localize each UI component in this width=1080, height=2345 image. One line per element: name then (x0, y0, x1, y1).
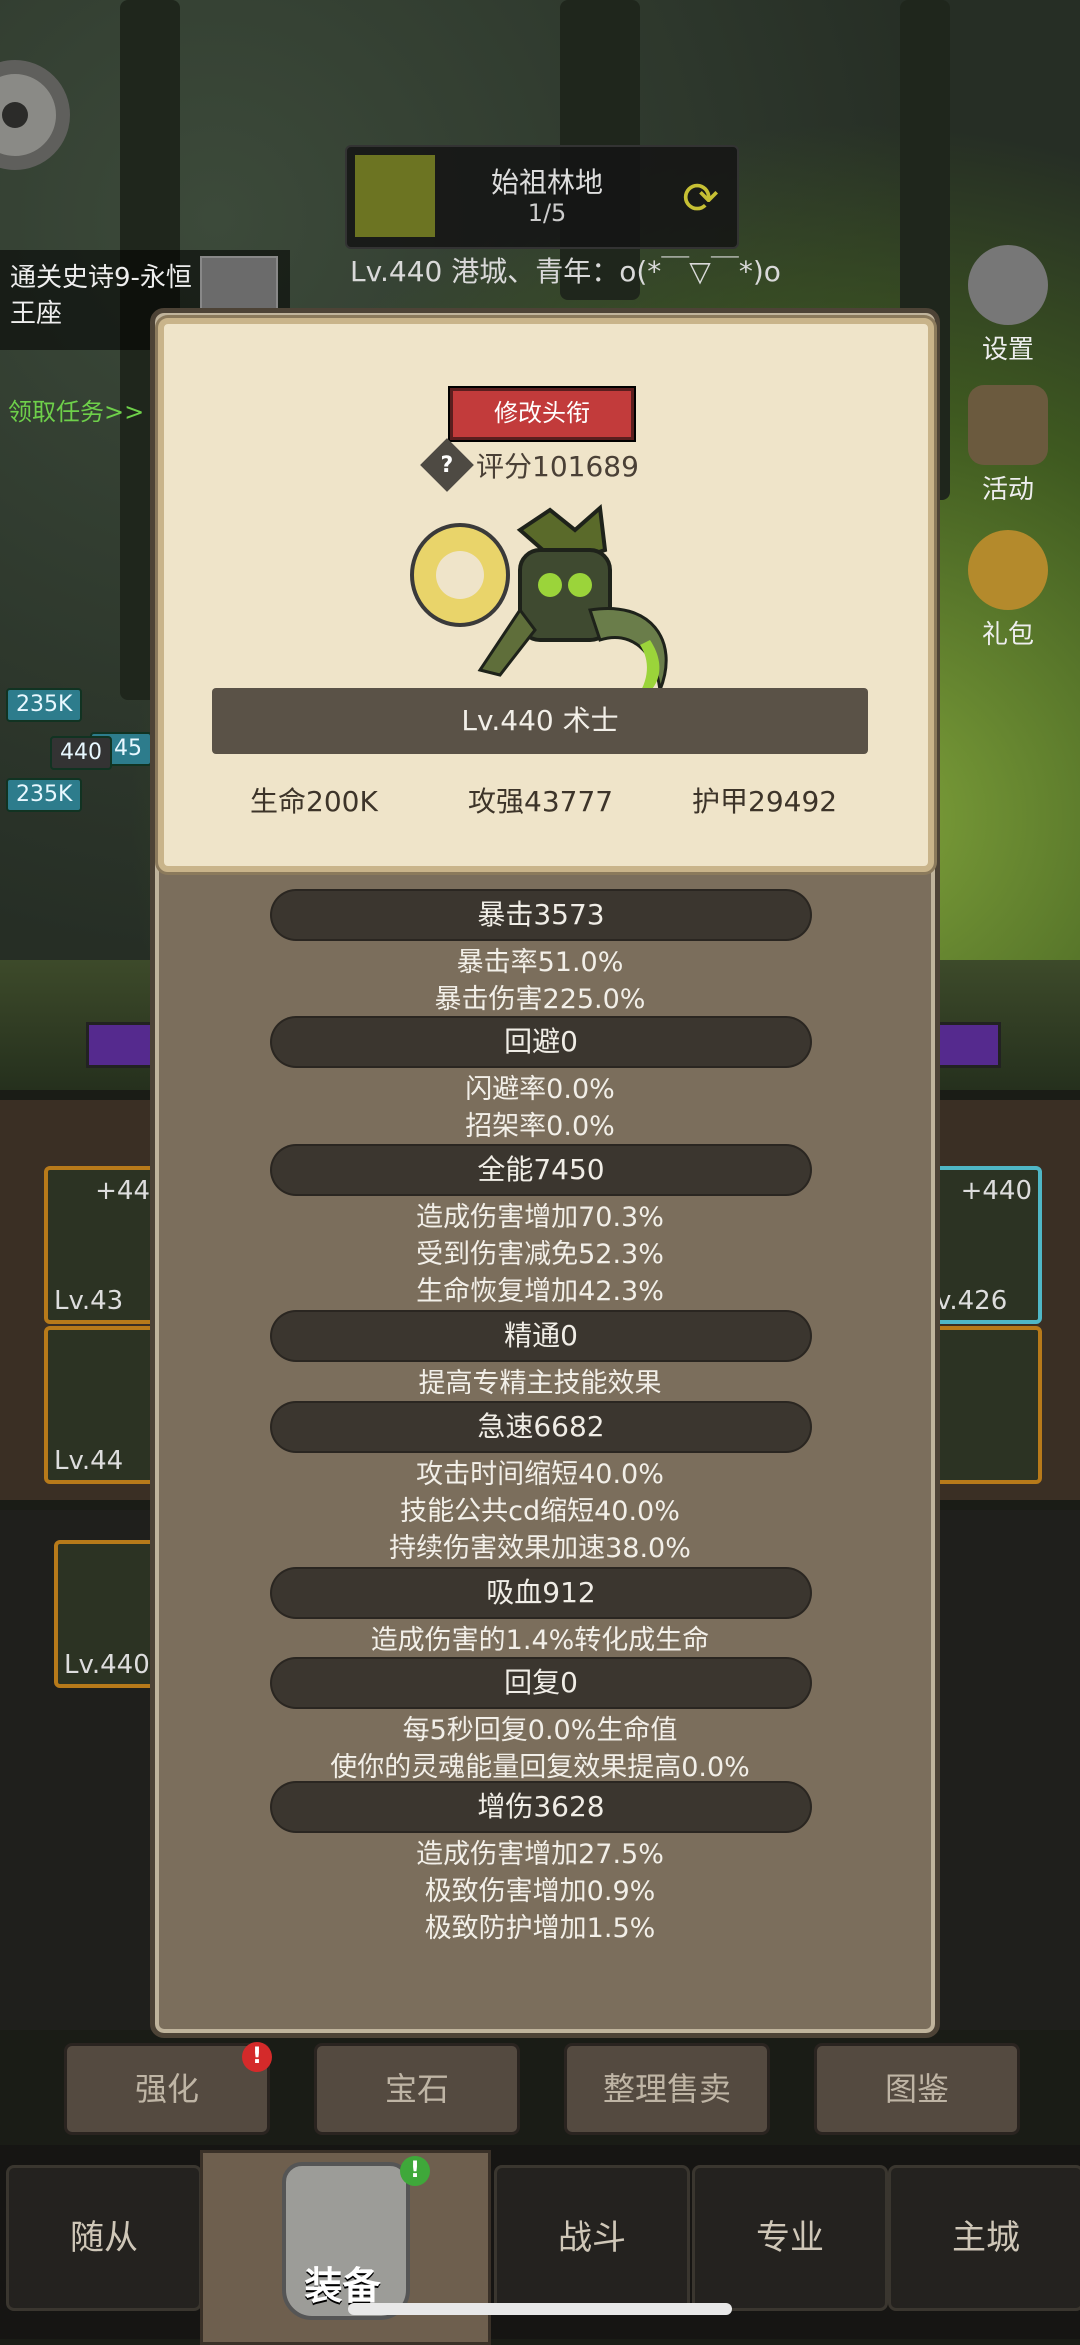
map-panel[interactable]: 始祖林地 1/5 ⟳ (345, 145, 739, 249)
slot-level: v.426 (936, 1286, 1008, 1316)
section-mastery-title: 精通0 (272, 1312, 810, 1360)
stat-line: 技能公共cd缩短40.0% (400, 1496, 680, 1527)
hp-tag: 235K (6, 778, 83, 812)
equip-slot[interactable]: +44 Lv.43 (44, 1166, 160, 1324)
stat-line: 每5秒回复0.0%生命值 (402, 1715, 678, 1746)
notice-badge-icon: ! (400, 2156, 430, 2186)
nav-profession[interactable]: 专业 (692, 2165, 888, 2311)
stat-line: 提高专精主技能效果 (418, 1368, 662, 1399)
map-progress: 1/5 (527, 199, 567, 227)
nav-main-city[interactable]: 主城 (888, 2165, 1080, 2311)
stat-line: 极致防护增加1.5% (424, 1913, 656, 1944)
activity-button[interactable]: 活动 (958, 385, 1058, 506)
slot-plus: +44 (95, 1176, 150, 1206)
warlock-character-image (410, 503, 668, 700)
section-lifesteal-title: 吸血912 (272, 1569, 810, 1617)
nav-followers[interactable]: 随从 (6, 2165, 202, 2311)
gift-label: 礼包 (981, 620, 1034, 650)
change-title-button[interactable]: 修改头衔 (450, 388, 634, 440)
stat-line: 暴击伤害225.0% (434, 984, 646, 1015)
settings-label: 设置 (981, 335, 1034, 365)
stat-life: 生命200K (250, 785, 378, 818)
section-regen-title: 回复0 (272, 1659, 810, 1707)
stat-line: 使你的灵魂能量回复效果提高0.0% (330, 1752, 750, 1783)
hp-tag: 235K (6, 688, 83, 722)
alert-badge-icon: ! (242, 2042, 272, 2072)
help-icon[interactable]: ? (420, 438, 474, 492)
section-damage-boost-title: 增伤3628 (272, 1783, 810, 1831)
stat-line: 攻击时间缩短40.0% (416, 1459, 664, 1490)
score-row: ? 评分101689 (420, 438, 639, 492)
tab-enhance[interactable]: 强化 (64, 2043, 270, 2135)
character-name-bar: Lv.440 术士 (212, 688, 868, 754)
gear-icon (968, 245, 1048, 325)
tab-gems[interactable]: 宝石 (314, 2043, 520, 2135)
stat-line: 极致伤害增加0.9% (424, 1876, 656, 1907)
refresh-icon[interactable]: ⟳ (682, 173, 719, 224)
nav-equipment-label: 装备 (304, 2264, 381, 2308)
stat-line: 造成伤害的1.4%转化成生命 (370, 1625, 710, 1656)
gift-button[interactable]: 礼包 (958, 530, 1058, 651)
section-haste-title: 急速6682 (272, 1403, 810, 1451)
stat-line: 招架率0.0% (465, 1111, 615, 1142)
home-indicator[interactable] (348, 2303, 732, 2315)
inventory-slot[interactable]: Lv.440 (54, 1540, 162, 1688)
slot-level: Lv.44 (54, 1446, 124, 1476)
slot-plus: +440 (960, 1176, 1032, 1206)
settings-button[interactable]: 设置 (958, 245, 1058, 366)
claim-quest-link[interactable]: 领取任务>> (8, 392, 144, 427)
calendar-icon (968, 385, 1048, 465)
stat-line: 受到伤害减免52.3% (416, 1239, 664, 1270)
stat-line: 暴击率51.0% (456, 947, 624, 978)
map-name: 始祖林地 (490, 166, 603, 199)
equip-slot[interactable] (926, 1326, 1042, 1484)
map-thumbnail (355, 155, 435, 237)
section-dodge-title: 回避0 (272, 1018, 810, 1066)
stat-line: 造成伤害增加27.5% (416, 1839, 664, 1870)
level-tag: 440 (50, 736, 112, 770)
stat-line: 闪避率0.0% (465, 1074, 615, 1105)
score-text: 评分101689 (476, 450, 639, 483)
stat-line: 造成伤害增加70.3% (416, 1202, 664, 1233)
stat-attack: 攻强43777 (468, 785, 614, 818)
stat-line: 生命恢复增加42.3% (416, 1276, 664, 1307)
gift-icon (968, 530, 1048, 610)
activity-label: 活动 (981, 475, 1034, 505)
equip-slot[interactable]: +440 v.426 (926, 1166, 1042, 1324)
slot-level: Lv.43 (54, 1286, 124, 1316)
equip-slot[interactable]: Lv.44 (44, 1326, 160, 1484)
section-crit-title: 暴击3573 (272, 891, 810, 939)
tab-codex[interactable]: 图鉴 (814, 2043, 1020, 2135)
nav-battle[interactable]: 战斗 (494, 2165, 690, 2311)
player-title-line: Lv.440 港城、青年：o(*￣▽￣*)o (350, 255, 781, 288)
stat-line: 持续伤害效果加速38.0% (389, 1533, 691, 1564)
stat-armor: 护甲29492 (692, 785, 838, 818)
tab-sort-sell[interactable]: 整理售卖 (564, 2043, 770, 2135)
slot-level: Lv.440 (64, 1650, 150, 1680)
section-versatility-title: 全能7450 (272, 1146, 810, 1194)
